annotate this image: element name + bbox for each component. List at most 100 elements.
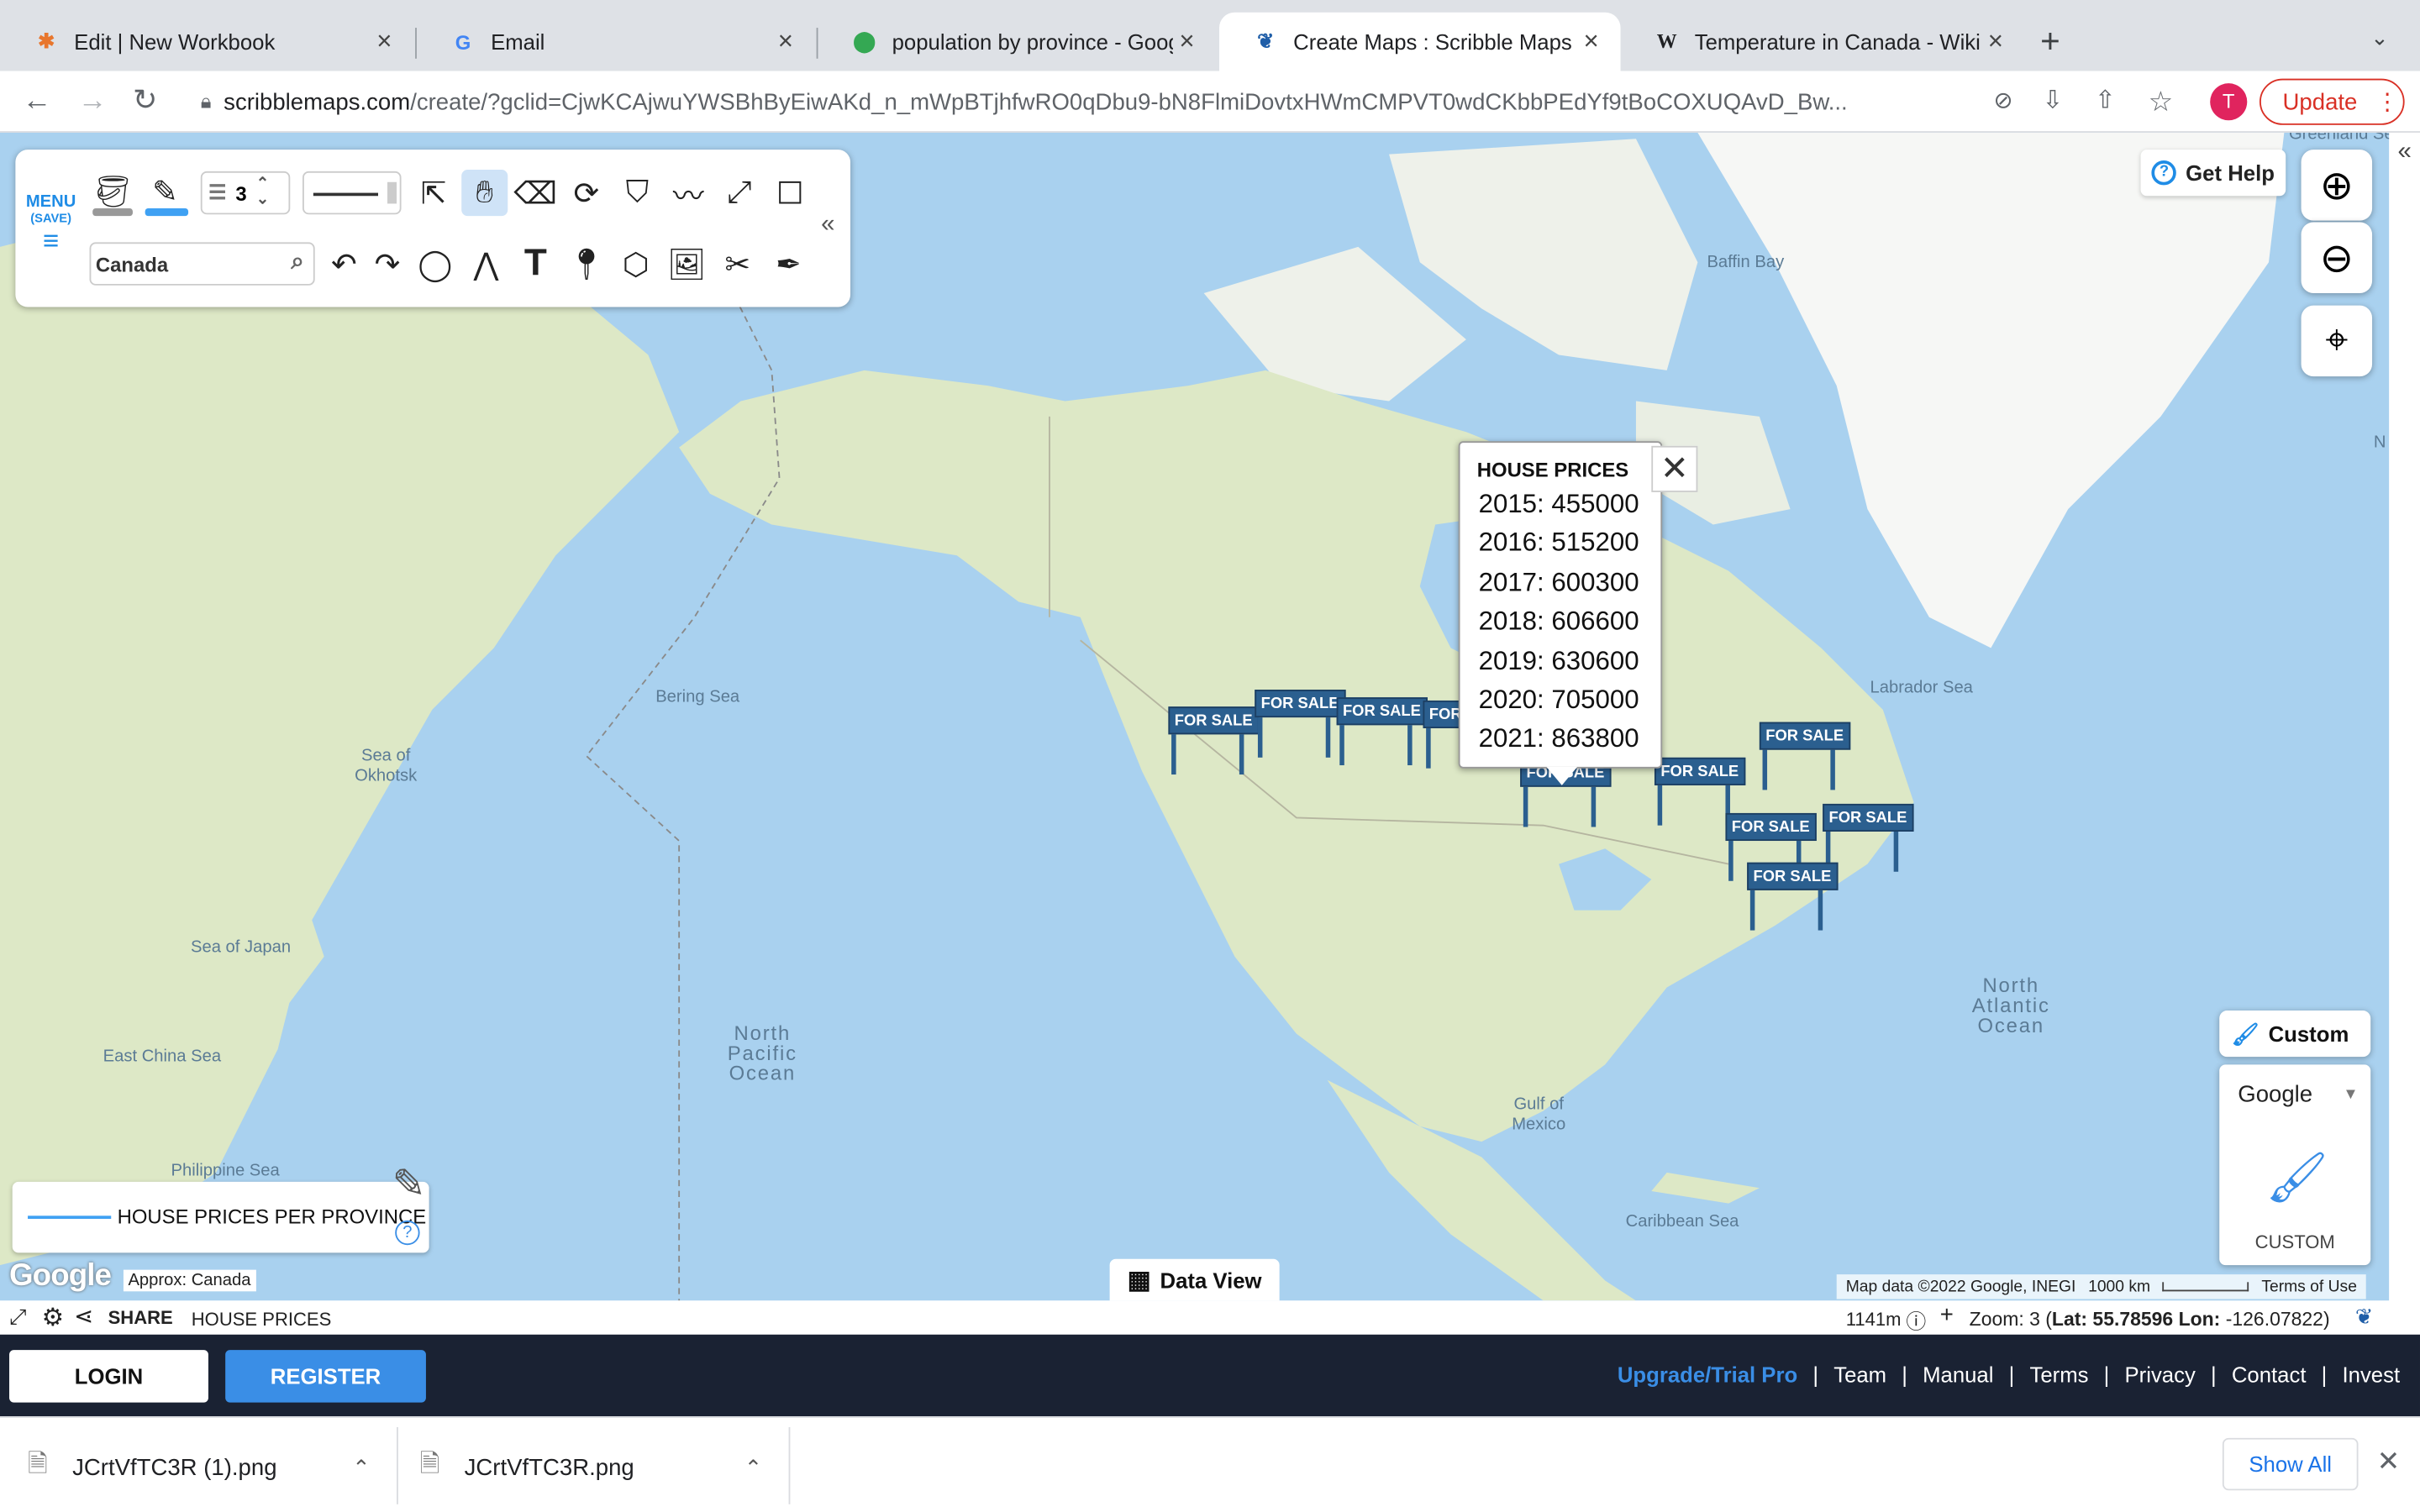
upgrade-link[interactable]: Upgrade/Trial Pro (1612, 1362, 1802, 1387)
map-label-gulf-of-mexico: Gulf of Mexico (1512, 1095, 1566, 1134)
maps-pin-icon: ⬤ (853, 29, 876, 53)
invest-link[interactable]: Invest (2338, 1362, 2405, 1387)
legend-help-icon[interactable]: ? (395, 1220, 420, 1246)
redo-icon[interactable]: ↷ (364, 241, 410, 287)
login-button[interactable]: LOGIN (9, 1350, 208, 1403)
locate-button[interactable]: ⌖ (2301, 305, 2373, 377)
share-icon[interactable]: ⋖ (74, 1302, 93, 1330)
map-canvas[interactable]: Baffin Bay Labrador Sea Bering Sea Sea o… (0, 132, 2390, 1301)
share-icon[interactable]: ⇧ (2086, 83, 2123, 120)
map-label-bering-sea: Bering Sea (655, 688, 740, 707)
image-tool-icon[interactable]: 🖼︎ (664, 241, 710, 287)
zoom-out-button[interactable]: ⊖ (2301, 222, 2373, 293)
custom-brush-icon[interactable]: 🖌︎ (2265, 1148, 2328, 1207)
navigation-bar: ← → ↻ 🔒︎ scribblemaps.com/create/?gclid=… (0, 71, 2420, 133)
close-tab-icon[interactable]: × (1577, 26, 1605, 57)
line-tool-icon[interactable]: ⤢ (716, 170, 762, 216)
zoom-in-button[interactable]: ⊕ (2301, 150, 2373, 221)
collapse-right-icon[interactable]: « (2389, 139, 2420, 166)
pan-hand-icon[interactable]: ✋︎ (461, 170, 508, 217)
close-tab-icon[interactable]: × (371, 26, 398, 57)
team-link[interactable]: Team (1829, 1362, 1891, 1387)
edit-pencil-icon[interactable]: ✎ (392, 1160, 426, 1208)
info-icon[interactable]: ⓘ (1906, 1305, 1926, 1335)
fill-color-swatch[interactable] (92, 207, 133, 217)
close-tab-icon[interactable]: × (771, 26, 799, 57)
custom-style-button[interactable]: 🖌︎ Custom (2219, 1011, 2371, 1058)
profile-avatar[interactable]: T (2210, 83, 2248, 121)
install-icon[interactable]: ⇩ (2034, 83, 2071, 120)
settings-gear-icon[interactable]: ⚙ (42, 1302, 64, 1333)
map-label-north-atlantic: North Atlantic Ocean (1971, 973, 2050, 1037)
for-sale-marker[interactable]: FOR SALE (1423, 700, 1460, 778)
paint-bucket-icon[interactable]: ⛉ (614, 170, 660, 216)
refresh-icon[interactable]: ⟳ (563, 170, 609, 216)
chevron-up-icon[interactable]: ⌃ (744, 1454, 763, 1480)
pen-color-swatch[interactable] (145, 207, 189, 217)
collapse-toolbar-icon[interactable]: « (821, 212, 834, 239)
bookmark-star-icon[interactable]: ☆ (2142, 83, 2179, 120)
download-item[interactable]: 🗎 JCrtVfTC3R.png ⌃ (420, 1436, 787, 1498)
popup-row: 2021: 863800 (1478, 724, 1639, 754)
terms-of-use-link[interactable]: Terms of Use (2261, 1278, 2357, 1296)
rectangle-tool-icon[interactable]: ☐ (767, 170, 813, 216)
data-view-button[interactable]: ▦ Data View (1109, 1258, 1280, 1301)
scissors-icon[interactable]: ✂ (714, 241, 760, 287)
zoom-in-icon: ⊕ (2319, 160, 2354, 208)
close-popup-icon[interactable]: ✕ (1651, 445, 1698, 492)
tracking-blocked-icon[interactable]: ⊘ (1985, 83, 2022, 120)
tab-wikipedia[interactable]: W Temperature in Canada - Wikip × (1621, 13, 2025, 71)
map-label-north-pacific: North Pacific Ocean (727, 1021, 797, 1085)
close-tab-icon[interactable]: × (1981, 26, 2009, 57)
shape-3d-icon[interactable]: ⬡ (613, 241, 659, 287)
tab-email[interactable]: G Email × (417, 13, 815, 71)
download-item[interactable]: 🗎 JCrtVfTC3R (1).png ⌃ (28, 1436, 395, 1498)
address-bar[interactable]: 🔒︎ scribblemaps.com/create/?gclid=CjwKCA… (182, 78, 1973, 125)
polygon-tool-icon[interactable]: ⋀ (463, 241, 509, 287)
layer-legend[interactable]: HOUSE PRICES PER PROVINCE ✎ ? (12, 1160, 429, 1253)
eraser-icon[interactable]: ⌫ (513, 170, 559, 216)
line-style-select[interactable] (302, 171, 402, 215)
update-button[interactable]: Update ⋮ (2259, 78, 2405, 125)
new-tab-button[interactable]: + (2040, 22, 2060, 62)
location-search-input[interactable]: Canada ⌕ (89, 242, 315, 286)
forward-arrow-icon[interactable]: → (74, 83, 111, 120)
close-download-bar-icon[interactable]: ✕ (2377, 1446, 2401, 1478)
select-pointer-icon[interactable]: ⇱ (411, 170, 457, 216)
privacy-link[interactable]: Privacy (2120, 1362, 2200, 1387)
back-arrow-icon[interactable]: ← (18, 83, 55, 120)
manual-link[interactable]: Manual (1918, 1362, 1998, 1387)
tab-search-chevron-icon[interactable]: ⌄ (2370, 24, 2389, 50)
tab-workbook[interactable]: ✱ Edit | New Workbook × (0, 13, 413, 71)
tab-strip: ✱ Edit | New Workbook × G Email × ⬤ popu… (0, 0, 2420, 71)
map-label-caribbean: Caribbean Sea (1625, 1212, 1739, 1231)
search-icon[interactable]: ⌕ (291, 249, 303, 275)
share-button[interactable]: SHARE (108, 1307, 173, 1329)
get-help-button[interactable]: ? Get Help (2140, 150, 2286, 197)
line-width-stepper[interactable]: ☰ 3 ⌃ ⌄ (200, 171, 291, 215)
marker-pin-icon[interactable]: 📍︎ (563, 241, 609, 287)
reload-icon[interactable]: ↻ (127, 83, 164, 120)
freehand-icon[interactable]: 〰 (666, 170, 712, 216)
menu-button[interactable]: MENU (SAVE) ≡ (24, 193, 76, 255)
eyedropper-icon[interactable]: ✒ (765, 241, 812, 287)
tab-population[interactable]: ⬤ population by province - Googl × (818, 13, 1216, 71)
basemap-panel: Google ▼ 🖌︎ CUSTOM (2219, 1064, 2371, 1266)
basemap-select[interactable]: Google ▼ (2226, 1074, 2365, 1114)
file-icon: 🗎 (419, 1451, 440, 1478)
side-collapse-bar[interactable]: « (2389, 132, 2420, 1301)
tab-scribble-maps[interactable]: ❦ Create Maps : Scribble Maps × (1219, 12, 1621, 71)
dropdown-arrow-icon: ▼ (2343, 1085, 2359, 1103)
terms-link[interactable]: Terms (2025, 1362, 2093, 1387)
close-tab-icon[interactable]: × (1173, 26, 1201, 57)
show-all-button[interactable]: Show All (2222, 1437, 2359, 1491)
undo-icon[interactable]: ↶ (321, 241, 367, 287)
register-button[interactable]: REGISTER (225, 1350, 426, 1403)
status-bar: ⤢ ⚙ ⋖ SHARE HOUSE PRICES 1141m ⓘ + Zoom:… (0, 1300, 2420, 1335)
circle-tool-icon[interactable]: ◯ (412, 241, 458, 287)
help-icon: ? (2151, 160, 2177, 186)
text-tool-icon[interactable]: T (513, 241, 559, 287)
contact-link[interactable]: Contact (2227, 1362, 2311, 1387)
fullscreen-icon[interactable]: ⤢ (9, 1304, 27, 1330)
chevron-up-icon[interactable]: ⌃ (352, 1454, 371, 1480)
